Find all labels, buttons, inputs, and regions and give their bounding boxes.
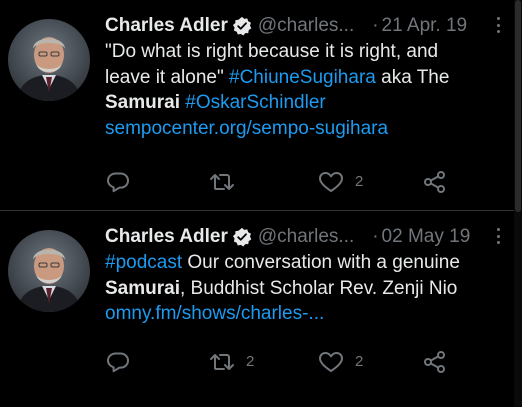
separator-dot: ·	[372, 226, 379, 247]
reply-icon	[107, 172, 129, 193]
tweet[interactable]: Charles Adler @charles... · 21 Apr. 19 "Do …	[0, 0, 514, 210]
tweet-text: "Do what is right because it is right, a…	[105, 39, 500, 141]
like-count: 2	[355, 353, 364, 370]
text-segment: aka The	[375, 66, 450, 88]
url-link[interactable]: sempocenter.org/sempo-sugihara	[105, 118, 388, 139]
hashtag-link[interactable]: #ChiuneSugihara	[229, 67, 376, 88]
like-button[interactable]: 2	[317, 169, 387, 195]
author-handle[interactable]: @charles...	[258, 224, 354, 250]
more-options-icon[interactable]	[494, 17, 502, 37]
url-link[interactable]: omny.fm/shows/charles-...	[105, 303, 324, 324]
tweet-text-line: sempocenter.org/sempo-sugihara	[105, 116, 500, 142]
scrollbar[interactable]	[514, 0, 522, 407]
tweet-actions: 2 2	[105, 349, 455, 375]
tweet-text-line: leave it alone" #ChiuneSugihara aka The	[105, 65, 500, 91]
text-segment: , Buddhist Scholar Rev. Zenji Nio	[179, 277, 458, 299]
tweet-text-line: Samurai #OskarSchindler	[105, 90, 500, 116]
tweet-header: Charles Adler @charles... · 02 May 19	[105, 224, 505, 250]
tweet-text: #podcast Our conversation with a genuine…	[105, 250, 500, 327]
share-button[interactable]	[422, 349, 452, 375]
tweet-date[interactable]: 21 Apr. 19	[382, 13, 468, 39]
retweet-count: 2	[246, 353, 255, 370]
tweet-date[interactable]: 02 May 19	[382, 224, 471, 250]
retweet-icon	[210, 354, 234, 370]
retweet-icon	[210, 174, 234, 190]
bold-text: Samurai	[105, 92, 180, 113]
author-name[interactable]: Charles Adler	[105, 224, 228, 250]
like-button[interactable]: 2	[317, 349, 387, 375]
heart-icon	[319, 352, 343, 372]
share-icon	[424, 351, 445, 373]
hashtag-link[interactable]: #OskarSchindler	[185, 92, 325, 113]
author-name[interactable]: Charles Adler	[105, 13, 228, 39]
text-segment: leave it alone"	[105, 66, 229, 88]
verified-badge-icon	[232, 16, 252, 36]
more-options-icon[interactable]	[494, 228, 502, 248]
separator-dot: ·	[372, 15, 379, 36]
tweet-actions: 2	[105, 169, 455, 195]
tweet-text-line: Samurai, Buddhist Scholar Rev. Zenji Nio	[105, 276, 500, 302]
reply-button[interactable]	[105, 349, 135, 375]
retweet-button[interactable]	[208, 169, 278, 195]
retweet-button[interactable]: 2	[208, 349, 278, 375]
reply-button[interactable]	[105, 169, 135, 195]
avatar[interactable]	[8, 230, 90, 312]
share-icon	[424, 171, 445, 193]
author-handle[interactable]: @charles...	[258, 13, 354, 39]
tweet-header: Charles Adler @charles... · 21 Apr. 19	[105, 13, 505, 39]
hashtag-link[interactable]: #podcast	[105, 252, 182, 273]
tweet[interactable]: Charles Adler @charles... · 02 May 19 #podc…	[0, 211, 514, 407]
bold-text: Samurai	[105, 277, 180, 299]
verified-badge-icon	[232, 227, 252, 247]
scrollbar-thumb[interactable]	[515, 0, 521, 212]
text-segment: Our conversation with a genuine	[182, 252, 460, 273]
tweet-text-line: omny.fm/shows/charles-...	[105, 301, 500, 327]
text-segment: "Do what is right because it is right, a…	[105, 41, 439, 62]
like-count: 2	[355, 173, 364, 190]
reply-icon	[107, 352, 129, 373]
heart-icon	[319, 172, 343, 192]
tweet-text-line: "Do what is right because it is right, a…	[105, 39, 500, 65]
timeline-feed: Charles Adler @charles... · 21 Apr. 19 "Do …	[0, 0, 514, 407]
tweet-text-line: #podcast Our conversation with a genuine	[105, 250, 500, 276]
avatar[interactable]	[8, 19, 90, 101]
share-button[interactable]	[422, 169, 452, 195]
